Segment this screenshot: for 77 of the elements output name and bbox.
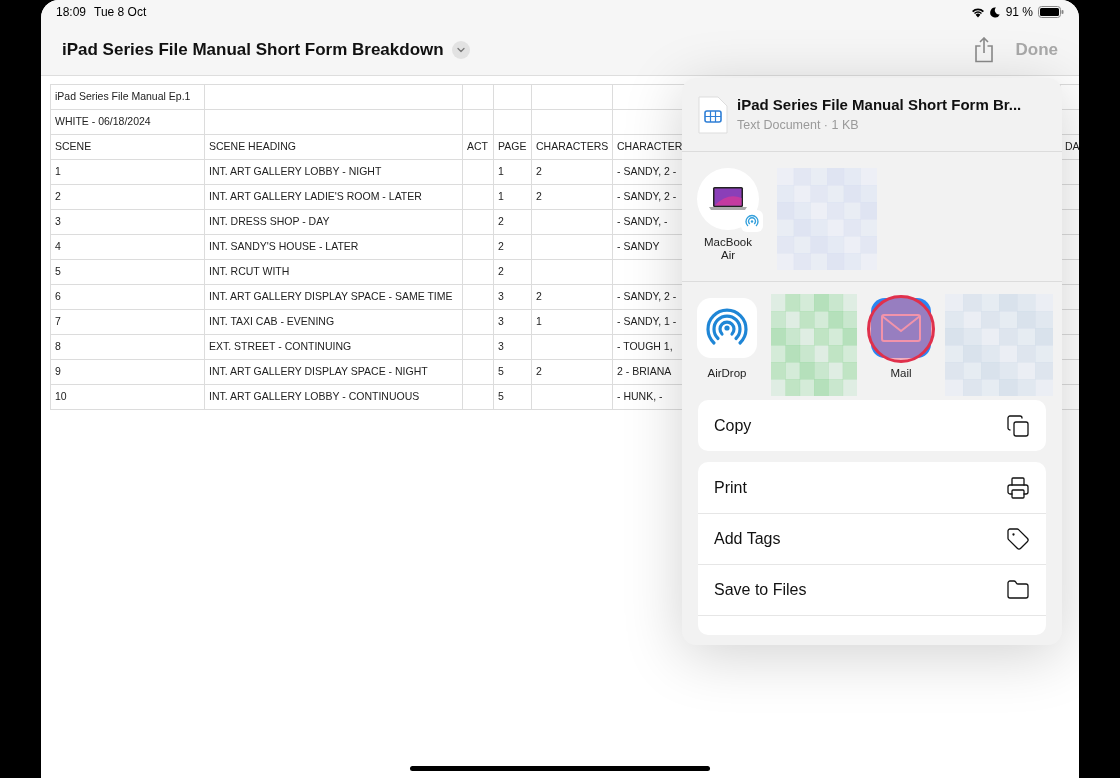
table-cell	[463, 360, 494, 385]
table-cell: 2	[494, 210, 532, 235]
table-cell	[463, 285, 494, 310]
table-cell: 5	[494, 360, 532, 385]
table-cell: INT. ART GALLERY LADIE'S ROOM - LATER	[205, 185, 463, 210]
document-icon	[698, 95, 728, 134]
table-cell: 1	[532, 310, 613, 335]
table-cell	[463, 160, 494, 185]
table-cell: 2	[494, 260, 532, 285]
table-cell: 1	[494, 160, 532, 185]
table-cell: INT. ART GALLERY LOBBY - NIGHT	[205, 160, 463, 185]
battery-percent: 91 %	[1005, 4, 1033, 21]
table-cell: 3	[494, 310, 532, 335]
table-cell: 4	[51, 235, 205, 260]
table-cell: 2	[51, 185, 205, 210]
title-menu-button[interactable]	[451, 40, 470, 59]
table-cell	[463, 210, 494, 235]
table-cell	[463, 310, 494, 335]
table-cell: 10	[51, 385, 205, 410]
table-cell	[463, 185, 494, 210]
column-header: SCENE	[51, 135, 205, 160]
table-cell: EXT. STREET - CONTINUING	[205, 335, 463, 360]
airdrop-icon	[744, 213, 760, 229]
table-cell	[463, 260, 494, 285]
moon-icon	[989, 6, 1000, 18]
file-info: Text Document · 1 KB	[737, 117, 860, 135]
folder-icon	[1006, 578, 1030, 602]
table-cell: 5	[494, 385, 532, 410]
table-cell: 2	[494, 235, 532, 260]
table-cell	[494, 110, 532, 135]
table-cell: 6	[51, 285, 205, 310]
table-cell: 3	[494, 285, 532, 310]
table-cell: 1	[51, 160, 205, 185]
table-cell	[463, 385, 494, 410]
table-cell: 3	[51, 210, 205, 235]
table-cell: 9	[51, 360, 205, 385]
table-cell: INT. SANDY'S HOUSE - LATER	[205, 235, 463, 260]
table-cell: INT. TAXI CAB - EVENING	[205, 310, 463, 335]
table-cell: 2	[532, 160, 613, 185]
status-date: Tue 8 Oct	[94, 4, 147, 21]
table-cell: 2	[532, 185, 613, 210]
column-header: CHARACTERS	[532, 135, 613, 160]
table-cell	[463, 335, 494, 360]
table-title-cell: iPad Series File Manual Ep.1	[51, 85, 205, 110]
wifi-icon	[970, 6, 985, 18]
table-cell: INT. DRESS SHOP - DAY	[205, 210, 463, 235]
file-name: iPad Series File Manual Short Form Br...	[737, 94, 1022, 115]
table-cell: INT. ART GALLERY DISPLAY SPACE - NIGHT	[205, 360, 463, 385]
table-cell	[463, 235, 494, 260]
share-action[interactable]: Add Tags	[698, 513, 1046, 564]
table-cell: INT. ART GALLERY LOBBY - CONTINUOUS	[205, 385, 463, 410]
share-action[interactable]: Save to Files	[698, 564, 1046, 615]
share-action[interactable]: Copy	[698, 400, 1046, 451]
table-cell	[463, 110, 494, 135]
tag-icon	[1006, 527, 1030, 551]
printer-icon	[1006, 475, 1030, 500]
column-header: PAGE	[494, 135, 532, 160]
table-cell: 2	[532, 360, 613, 385]
column-header: ACT	[463, 135, 494, 160]
table-cell: 1	[494, 185, 532, 210]
table-cell: INT. RCUT WITH	[205, 260, 463, 285]
table-cell: 7	[51, 310, 205, 335]
table-cell: 2	[532, 285, 613, 310]
share-action[interactable]: Print	[698, 462, 1046, 513]
table-cell: 8	[51, 335, 205, 360]
table-cell: 3	[494, 335, 532, 360]
document-title: iPad Series File Manual Short Form Breakdown	[62, 38, 444, 61]
table-cell: 5	[51, 260, 205, 285]
laptop-icon	[708, 186, 748, 212]
battery-icon	[1038, 6, 1064, 18]
copy-icon	[1006, 413, 1030, 438]
share-icon	[973, 36, 994, 63]
table-title-cell: WHITE - 06/18/2024	[51, 110, 205, 135]
table-cell: INT. ART GALLERY DISPLAY SPACE - SAME TIME	[205, 285, 463, 310]
column-header: SCENE HEADING	[205, 135, 463, 160]
status-time: 18:09	[56, 4, 87, 21]
envelope-icon	[881, 314, 921, 342]
